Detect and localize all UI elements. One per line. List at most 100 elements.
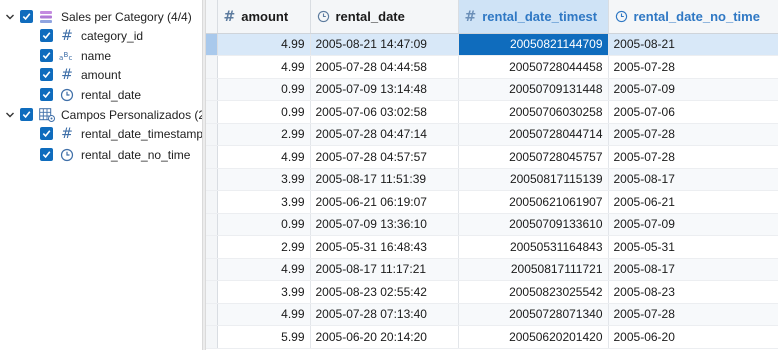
row-gutter[interactable] (206, 100, 218, 124)
cell-rental-date-no-time[interactable]: 2005-07-28 (608, 55, 778, 79)
group-checkbox[interactable] (20, 10, 33, 23)
row-gutter[interactable] (206, 123, 218, 146)
field-checkbox[interactable] (40, 88, 53, 101)
table-row[interactable]: 0.99 2005-07-09 13:14:48 20050709131448 200… (206, 78, 778, 101)
cell-rental-date-timestamp[interactable]: 20050817111721 (458, 258, 609, 281)
cell-rental-date-no-time[interactable]: 2005-08-17 (608, 258, 778, 281)
tree-field-name[interactable]: aBc name (40, 46, 111, 65)
group-checkbox[interactable] (20, 108, 33, 121)
cell-rental-date-no-time[interactable]: 2005-07-09 (608, 78, 778, 101)
field-checkbox[interactable] (40, 68, 53, 81)
cell-rental-date-no-time[interactable]: 2005-08-17 (608, 168, 778, 191)
cell-rental-date[interactable]: 2005-08-21 14:47:09 (310, 33, 459, 56)
cell-rental-date[interactable]: 2005-07-28 04:57:57 (310, 145, 459, 169)
table-row[interactable]: 2.99 2005-07-28 04:47:14 20050728044714 200… (206, 123, 778, 146)
cell-amount[interactable]: 4.99 (217, 303, 311, 326)
cell-rental-date[interactable]: 2005-07-28 04:44:58 (310, 55, 459, 79)
field-checkbox[interactable] (40, 29, 53, 42)
table-row[interactable]: 4.99 2005-07-28 07:13:40 20050728071340 200… (206, 303, 778, 326)
cell-amount[interactable]: 0.99 (217, 213, 311, 236)
cell-rental-date-no-time[interactable]: 2005-06-21 (608, 190, 778, 214)
cell-amount[interactable]: 4.99 (217, 258, 311, 281)
cell-rental-date[interactable]: 2005-07-28 04:47:14 (310, 123, 459, 146)
cell-amount[interactable]: 5.99 (217, 325, 311, 349)
tree-group-sales-per-category[interactable]: Sales per Category (4/4) (4, 7, 192, 26)
cell-rental-date-timestamp[interactable]: 20050706030258 (458, 100, 609, 124)
cell-rental-date-timestamp[interactable]: 20050728044458 (458, 55, 609, 79)
cell-rental-date-timestamp[interactable]: 20050728045757 (458, 145, 609, 169)
cell-amount[interactable]: 3.99 (217, 280, 311, 304)
cell-rental-date-timestamp[interactable]: 20050621061907 (458, 190, 609, 214)
table-row[interactable]: 4.99 2005-07-28 04:44:58 20050728044458 200… (206, 55, 778, 79)
column-header-amount[interactable]: # amount (217, 0, 311, 34)
tree-field-rental-date-timestamp[interactable]: # rental_date_timestamp (40, 124, 202, 143)
cell-rental-date[interactable]: 2005-06-20 20:14:20 (310, 325, 459, 349)
column-header-rental-date-timestamp[interactable]: # rental_date_timest (458, 0, 609, 34)
cell-amount[interactable]: 3.99 (217, 168, 311, 191)
cell-amount[interactable]: 3.99 (217, 190, 311, 214)
row-gutter[interactable] (206, 190, 218, 214)
tree-field-amount[interactable]: # amount (40, 65, 121, 84)
table-row[interactable]: 4.99 2005-08-17 11:17:21 20050817111721 200… (206, 258, 778, 281)
cell-rental-date-timestamp[interactable]: 20050728071340 (458, 303, 609, 326)
cell-rental-date-timestamp[interactable]: 20050823025542 (458, 280, 609, 304)
cell-amount[interactable]: 0.99 (217, 100, 311, 124)
cell-rental-date-no-time[interactable]: 2005-07-28 (608, 145, 778, 169)
cell-rental-date[interactable]: 2005-07-06 03:02:58 (310, 100, 459, 124)
tree-field-category-id[interactable]: # category_id (40, 26, 143, 45)
chevron-down-icon[interactable] (4, 109, 16, 121)
table-row[interactable]: 3.99 2005-08-17 11:51:39 20050817115139 200… (206, 168, 778, 191)
cell-rental-date-no-time[interactable]: 2005-08-23 (608, 280, 778, 304)
row-gutter[interactable] (206, 213, 218, 236)
cell-rental-date[interactable]: 2005-07-09 13:14:48 (310, 78, 459, 101)
row-gutter[interactable] (206, 303, 218, 326)
table-row[interactable]: 0.99 2005-07-06 03:02:58 20050706030258 200… (206, 100, 778, 124)
row-gutter[interactable] (206, 145, 218, 169)
cell-rental-date[interactable]: 2005-08-23 02:55:42 (310, 280, 459, 304)
table-row[interactable]: 4.99 2005-08-21 14:47:09 20050821144709 200… (206, 33, 778, 56)
cell-amount[interactable]: 4.99 (217, 145, 311, 169)
cell-rental-date[interactable]: 2005-05-31 16:48:43 (310, 235, 459, 259)
field-checkbox[interactable] (40, 148, 53, 161)
row-gutter[interactable] (206, 235, 218, 259)
table-row[interactable]: 4.99 2005-07-28 04:57:57 20050728045757 200… (206, 145, 778, 169)
chevron-down-icon[interactable] (4, 11, 16, 23)
cell-rental-date-timestamp[interactable]: 20050709133610 (458, 213, 609, 236)
cell-rental-date-timestamp[interactable]: 20050817115139 (458, 168, 609, 191)
field-checkbox[interactable] (40, 127, 53, 140)
cell-amount[interactable]: 0.99 (217, 78, 311, 101)
cell-rental-date-timestamp[interactable]: 20050728044714 (458, 123, 609, 146)
cell-rental-date-no-time[interactable]: 2005-05-31 (608, 235, 778, 259)
cell-rental-date-timestamp[interactable]: 20050709131448 (458, 78, 609, 101)
table-row[interactable]: 3.99 2005-06-21 06:19:07 20050621061907 200… (206, 190, 778, 214)
cell-rental-date[interactable]: 2005-08-17 11:51:39 (310, 168, 459, 191)
cell-rental-date-no-time[interactable]: 2005-06-20 (608, 325, 778, 349)
tree-field-rental-date-no-time[interactable]: rental_date_no_time (40, 145, 190, 164)
cell-rental-date-timestamp[interactable]: 20050620201420 (458, 325, 609, 349)
table-row[interactable]: 0.99 2005-07-09 13:36:10 20050709133610 200… (206, 213, 778, 236)
cell-amount[interactable]: 4.99 (217, 33, 311, 56)
column-header-rental-date-no-time[interactable]: rental_date_no_time (608, 0, 778, 34)
cell-rental-date-no-time[interactable]: 2005-07-09 (608, 213, 778, 236)
cell-rental-date-no-time[interactable]: 2005-07-06 (608, 100, 778, 124)
field-checkbox[interactable] (40, 49, 53, 62)
row-gutter[interactable] (206, 325, 218, 349)
column-header-rental-date[interactable]: rental_date (310, 0, 459, 34)
table-row[interactable]: 2.99 2005-05-31 16:48:43 20050531164843 200… (206, 235, 778, 259)
tree-field-rental-date[interactable]: rental_date (40, 85, 141, 104)
row-gutter[interactable] (206, 78, 218, 101)
row-gutter[interactable] (206, 168, 218, 191)
row-gutter[interactable] (206, 33, 218, 56)
row-gutter[interactable] (206, 280, 218, 304)
cell-rental-date-no-time[interactable]: 2005-07-28 (608, 303, 778, 326)
cell-rental-date[interactable]: 2005-06-21 06:19:07 (310, 190, 459, 214)
cell-rental-date-no-time[interactable]: 2005-08-21 (608, 33, 778, 56)
cell-rental-date[interactable]: 2005-08-17 11:17:21 (310, 258, 459, 281)
cell-rental-date-no-time[interactable]: 2005-07-28 (608, 123, 778, 146)
cell-rental-date[interactable]: 2005-07-09 13:36:10 (310, 213, 459, 236)
cell-amount[interactable]: 2.99 (217, 235, 311, 259)
cell-rental-date-timestamp[interactable]: 20050531164843 (458, 235, 609, 259)
table-row[interactable]: 5.99 2005-06-20 20:14:20 20050620201420 200… (206, 325, 778, 349)
row-gutter[interactable] (206, 258, 218, 281)
tree-group-campos-personalizados[interactable]: Campos Personalizados (2/ (4, 105, 202, 124)
